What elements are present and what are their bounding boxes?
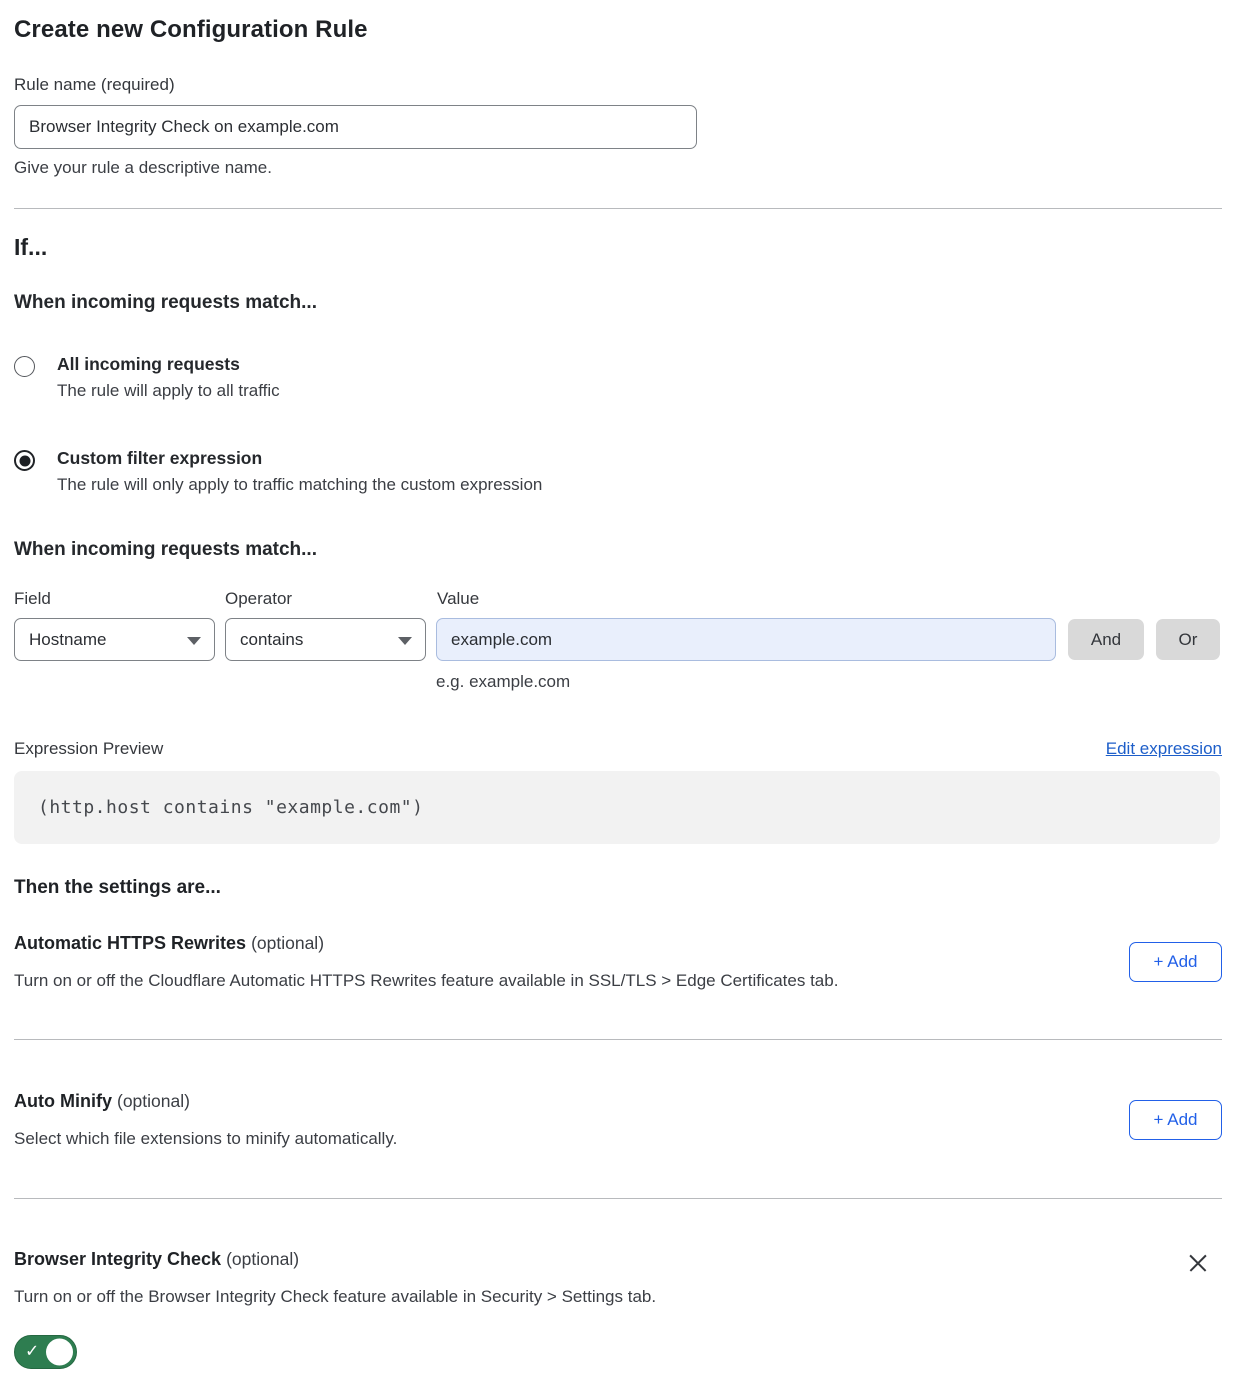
- operator-label: Operator: [225, 589, 437, 609]
- add-auto-minify-button[interactable]: + Add: [1129, 1100, 1222, 1140]
- optional-tag: (optional): [251, 933, 324, 953]
- if-heading: If...: [14, 234, 1222, 261]
- field-select-value: Hostname: [29, 630, 106, 650]
- settings-heading: Then the settings are...: [14, 877, 1222, 899]
- check-icon: ✓: [25, 1342, 39, 1362]
- expression-code: (http.host contains "example.com"): [38, 797, 423, 818]
- setting-description: Turn on or off the Cloudflare Automatic …: [14, 971, 838, 991]
- expression-builder-heading: When incoming requests match...: [14, 539, 1222, 561]
- radio-description: The rule will apply to all traffic: [57, 381, 280, 401]
- expression-preview-row: Expression Preview Edit expression: [14, 739, 1222, 759]
- expression-builder-labels: Field Operator Value: [14, 589, 1222, 609]
- section-divider: [14, 208, 1222, 209]
- setting-item-browser-integrity-check: Browser Integrity Check (optional) Turn …: [14, 1199, 1222, 1374]
- optional-tag: (optional): [226, 1249, 299, 1269]
- value-input[interactable]: [436, 618, 1056, 661]
- create-configuration-rule-page: Create new Configuration Rule Rule name …: [0, 0, 1237, 1374]
- expression-preview-label: Expression Preview: [14, 739, 163, 759]
- or-button[interactable]: Or: [1156, 619, 1220, 660]
- setting-title: Auto Minify (optional): [14, 1091, 397, 1112]
- optional-tag: (optional): [117, 1091, 190, 1111]
- page-title: Create new Configuration Rule: [14, 16, 1222, 44]
- value-help: e.g. example.com: [436, 672, 1056, 692]
- toggle-knob: [46, 1339, 73, 1366]
- expression-builder-row: Hostname contains e.g. example.com And O…: [14, 618, 1222, 692]
- expression-preview-box: (http.host contains "example.com"): [14, 771, 1220, 844]
- setting-title: Automatic HTTPS Rewrites (optional): [14, 933, 838, 954]
- value-label: Value: [437, 589, 479, 609]
- operator-select-value: contains: [240, 630, 303, 650]
- add-automatic-https-rewrites-button[interactable]: + Add: [1129, 942, 1222, 982]
- setting-description: Select which file extensions to minify a…: [14, 1129, 397, 1149]
- browser-integrity-check-toggle[interactable]: ✓: [14, 1335, 77, 1369]
- radio-option-all-incoming-requests[interactable]: All incoming requests The rule will appl…: [14, 354, 1222, 401]
- setting-item-auto-minify: Auto Minify (optional) Select which file…: [14, 1040, 1222, 1199]
- setting-description: Turn on or off the Browser Integrity Che…: [14, 1287, 656, 1307]
- operator-select[interactable]: contains: [225, 618, 426, 661]
- when-requests-match-heading: When incoming requests match...: [14, 292, 1222, 314]
- radio-label: All incoming requests: [57, 354, 280, 375]
- chevron-down-icon: [398, 637, 412, 645]
- close-icon[interactable]: [1186, 1251, 1210, 1275]
- and-button[interactable]: And: [1068, 619, 1144, 660]
- field-label: Field: [14, 589, 225, 609]
- rule-name-label: Rule name (required): [14, 75, 1222, 95]
- setting-title: Browser Integrity Check (optional): [14, 1249, 656, 1270]
- radio-description: The rule will only apply to traffic matc…: [57, 475, 542, 495]
- radio-button-selected[interactable]: [14, 450, 35, 471]
- setting-item-automatic-https-rewrites: Automatic HTTPS Rewrites (optional) Turn…: [14, 933, 1222, 1040]
- field-select[interactable]: Hostname: [14, 618, 215, 661]
- chevron-down-icon: [187, 637, 201, 645]
- radio-label: Custom filter expression: [57, 448, 542, 469]
- radio-button-unselected[interactable]: [14, 356, 35, 377]
- rule-name-help: Give your rule a descriptive name.: [14, 158, 1222, 178]
- radio-option-custom-filter-expression[interactable]: Custom filter expression The rule will o…: [14, 448, 1222, 495]
- edit-expression-link[interactable]: Edit expression: [1106, 739, 1222, 759]
- rule-name-input[interactable]: [14, 105, 697, 149]
